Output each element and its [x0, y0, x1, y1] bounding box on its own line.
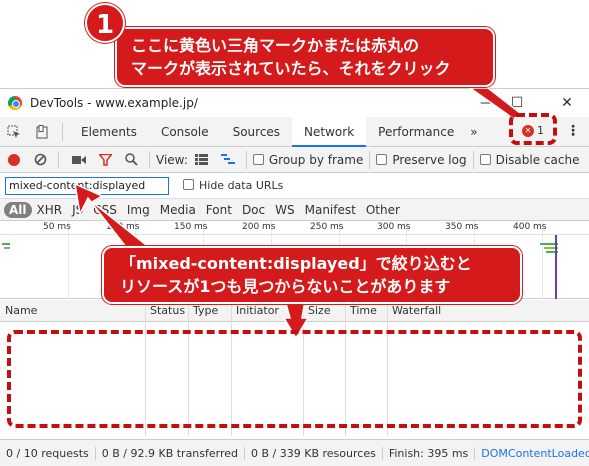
callout-click-error-mark: ここに黄色い三角マークかまたは赤丸の マークが表示されていたら、それをクリック [115, 27, 495, 87]
error-highlight-box [509, 113, 557, 145]
callout-no-resources-found: 「mixed-content:displayed」で絞り込むと リソースが1つも… [102, 246, 522, 304]
arrow-to-filter-input [74, 182, 152, 253]
callout1-line2: マークが表示されていたら、それをクリック [131, 59, 451, 78]
empty-table-highlight-box [7, 330, 582, 428]
callout1-line1: ここに黄色い三角マークかまたは赤丸の [131, 36, 420, 55]
callout2-line1: 「mixed-content:displayed」で絞り込むと [120, 254, 472, 273]
step-number-badge: 1 [85, 3, 125, 43]
callout2-line2: リソースが1つも見つからないことがあります [120, 277, 451, 296]
